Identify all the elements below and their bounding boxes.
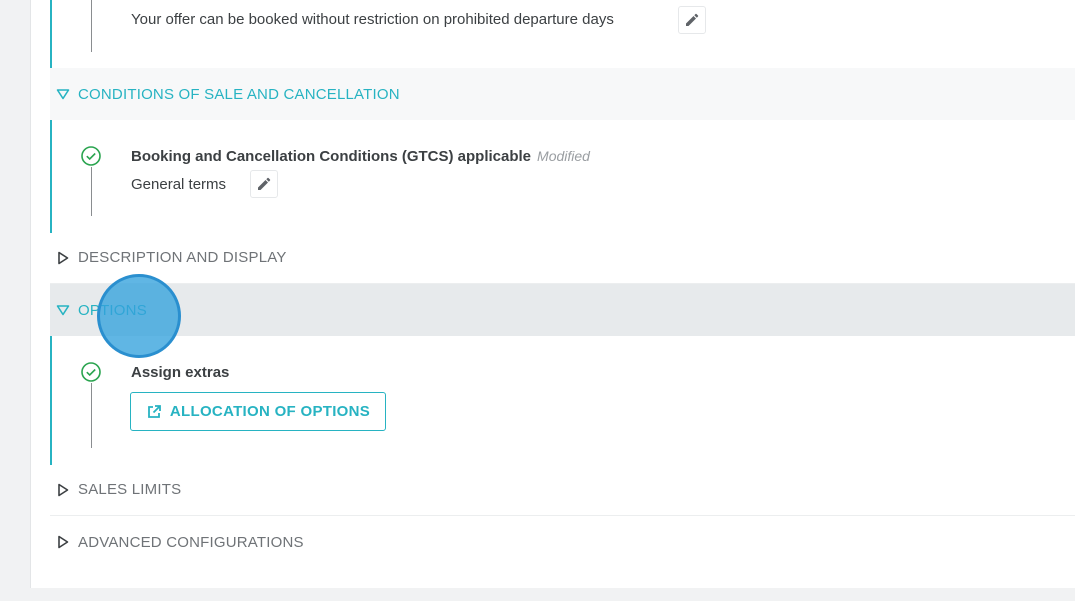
section-header-options[interactable]: OPTIONS: [50, 284, 1075, 336]
edit-departure-button[interactable]: [678, 6, 706, 34]
timeline-line: [91, 383, 92, 448]
departure-section-body: Your offer can be booked without restric…: [50, 0, 1075, 68]
section-header-sales-limits[interactable]: SALES LIMITS: [50, 464, 1075, 516]
check-circle-icon: [81, 146, 101, 166]
general-terms-text: General terms: [131, 176, 227, 193]
section-header-description[interactable]: DESCRIPTION AND DISPLAY: [50, 232, 1075, 284]
section-header-label: SALES LIMITS: [78, 481, 182, 498]
section-header-label: DESCRIPTION AND DISPLAY: [78, 249, 287, 266]
section-header-label: CONDITIONS OF SALE AND CANCELLATION: [78, 85, 400, 103]
section-header-conditions[interactable]: CONDITIONS OF SALE AND CANCELLATION: [50, 68, 1075, 120]
caret-down-icon: [48, 88, 78, 100]
external-link-icon: [148, 404, 161, 418]
caret-down-icon: [48, 304, 78, 316]
modified-badge: Modified: [537, 148, 590, 164]
departure-restriction-text: Your offer can be booked without restric…: [131, 11, 614, 28]
check-circle-icon: [81, 362, 101, 382]
allocation-of-options-button[interactable]: ALLOCATION OF OPTIONS: [130, 392, 386, 431]
timeline-line: [91, 167, 92, 216]
section-header-label: ADVANCED CONFIGURATIONS: [78, 533, 304, 551]
pencil-icon: [686, 13, 699, 26]
gtcs-title: Booking and Cancellation Conditions (GTC…: [131, 148, 590, 165]
section-header-advanced[interactable]: ADVANCED CONFIGURATIONS: [50, 516, 1075, 568]
caret-right-icon: [48, 483, 78, 497]
edit-general-terms-button[interactable]: [250, 170, 278, 198]
conditions-section-body: Booking and Cancellation Conditions (GTC…: [50, 120, 1075, 233]
allocation-button-label: ALLOCATION OF OPTIONS: [169, 403, 371, 420]
caret-right-icon: [48, 535, 78, 549]
caret-right-icon: [48, 251, 78, 265]
assign-extras-title: Assign extras: [131, 364, 230, 381]
gtcs-title-text: Booking and Cancellation Conditions (GTC…: [131, 148, 532, 165]
timeline-line: [91, 0, 92, 52]
pencil-icon: [258, 177, 271, 190]
offer-sections: Your offer can be booked without restric…: [50, 0, 1075, 588]
click-indicator: [97, 274, 181, 358]
